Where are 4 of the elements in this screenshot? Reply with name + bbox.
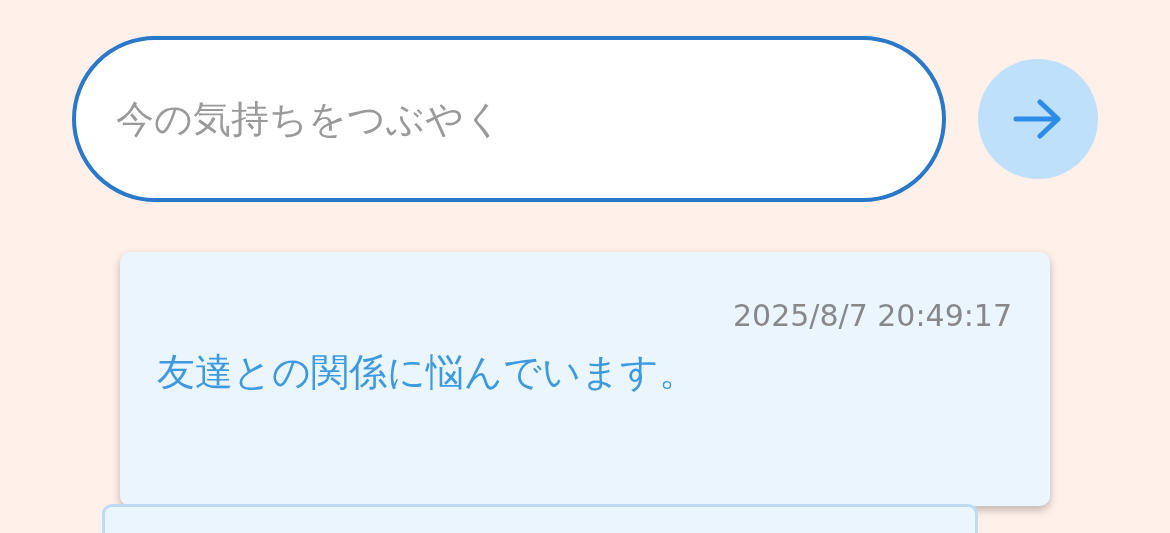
- post-timestamp: 2025/8/7 20:49:17: [733, 298, 1012, 333]
- post-text: 友達との関係に悩んでいます。: [157, 349, 698, 396]
- post-input-field[interactable]: 今の気持ちをつぶやく: [72, 36, 946, 202]
- arrow-right-icon: [1013, 99, 1063, 139]
